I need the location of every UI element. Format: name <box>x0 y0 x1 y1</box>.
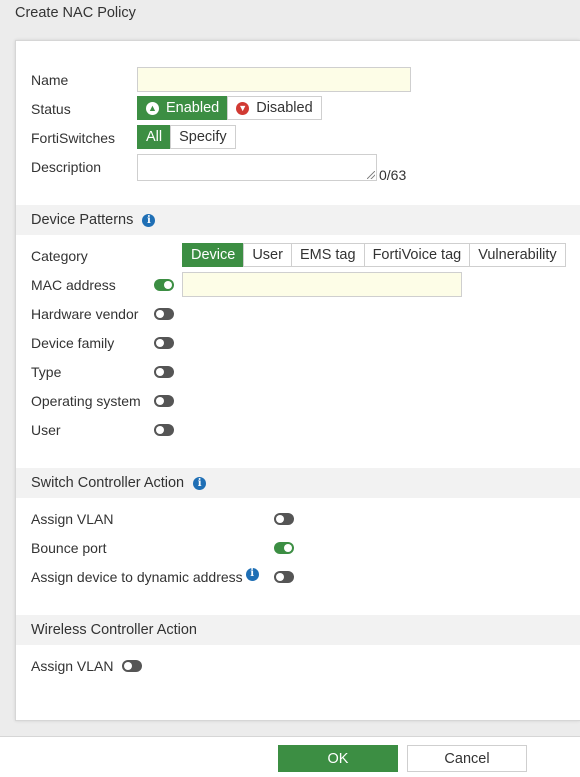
arrow-up-circle-icon: ▲ <box>146 101 159 115</box>
mac-address-toggle[interactable] <box>154 279 174 291</box>
hardware-vendor-label: Hardware vendor <box>31 306 139 322</box>
device-family-toggle[interactable] <box>154 337 174 349</box>
resize-grip-icon[interactable] <box>367 171 375 179</box>
category-tabs: Device User EMS tag FortiVoice tag Vulne… <box>182 243 566 267</box>
ok-button[interactable]: OK <box>278 745 398 772</box>
form-panel: Name Status ▲ Enabled ▼ Disabled FortiSw… <box>15 40 580 721</box>
name-input[interactable] <box>137 67 411 92</box>
dynamic-address-label: Assign device to dynamic address <box>31 569 243 585</box>
fortiswitches-label: FortiSwitches <box>31 130 116 146</box>
fortiswitches-toggle-group: All Specify <box>137 125 236 149</box>
device-patterns-header: Device Patterns i <box>16 205 580 235</box>
status-disabled-button[interactable]: ▼ Disabled <box>227 96 322 120</box>
operating-system-label: Operating system <box>31 393 141 409</box>
category-tab-user[interactable]: User <box>243 243 292 267</box>
status-enabled-label: Enabled <box>166 100 220 116</box>
fortiswitches-specify-button[interactable]: Specify <box>170 125 236 149</box>
type-label: Type <box>31 364 62 380</box>
switch-controller-action-header: Switch Controller Action i <box>16 468 580 498</box>
device-patterns-title: Device Patterns <box>31 212 134 228</box>
switch-assign-vlan-toggle[interactable] <box>274 513 294 525</box>
status-enabled-button[interactable]: ▲ Enabled <box>137 96 229 120</box>
category-tab-device[interactable]: Device <box>182 243 245 267</box>
cancel-button[interactable]: Cancel <box>407 745 527 772</box>
type-toggle[interactable] <box>154 366 174 378</box>
dynamic-address-toggle[interactable] <box>274 571 294 583</box>
wireless-assign-vlan-toggle[interactable] <box>122 660 142 672</box>
info-icon[interactable]: i <box>142 213 156 227</box>
switch-controller-action-title: Switch Controller Action <box>31 475 185 491</box>
dialog-footer: OK Cancel <box>0 736 580 777</box>
description-textarea[interactable] <box>137 154 377 181</box>
operating-system-toggle[interactable] <box>154 395 174 407</box>
category-tab-vulnerability[interactable]: Vulnerability <box>469 243 566 267</box>
info-icon[interactable]: i <box>193 476 207 490</box>
category-label: Category <box>31 248 88 264</box>
wireless-controller-action-header: Wireless Controller Action <box>16 615 580 645</box>
wireless-controller-action-title: Wireless Controller Action <box>31 622 197 638</box>
wireless-assign-vlan-label: Assign VLAN <box>31 658 114 674</box>
description-label: Description <box>31 159 102 175</box>
mac-address-input[interactable] <box>182 272 462 297</box>
fortiswitches-all-button[interactable]: All <box>137 125 172 149</box>
category-tab-fortivoice-tag[interactable]: FortiVoice tag <box>363 243 471 267</box>
status-disabled-label: Disabled <box>256 100 313 116</box>
dynamic-address-row: Assign device to dynamic address i <box>31 567 259 587</box>
status-label: Status <box>31 101 71 117</box>
status-toggle-group: ▲ Enabled ▼ Disabled <box>137 96 322 120</box>
dialog-title: Create NAC Policy <box>0 0 580 27</box>
switch-assign-vlan-label: Assign VLAN <box>31 511 114 527</box>
mac-address-label: MAC address <box>31 277 116 293</box>
user-toggle[interactable] <box>154 424 174 436</box>
user-label: User <box>31 422 61 438</box>
bounce-port-label: Bounce port <box>31 540 107 556</box>
info-icon[interactable]: i <box>245 567 259 581</box>
name-label: Name <box>31 72 69 88</box>
bounce-port-toggle[interactable] <box>274 542 294 554</box>
hardware-vendor-toggle[interactable] <box>154 308 174 320</box>
category-tab-ems-tag[interactable]: EMS tag <box>290 243 365 267</box>
device-family-label: Device family <box>31 335 115 351</box>
description-counter: 0/63 <box>379 167 407 183</box>
arrow-down-circle-icon: ▼ <box>236 101 250 115</box>
